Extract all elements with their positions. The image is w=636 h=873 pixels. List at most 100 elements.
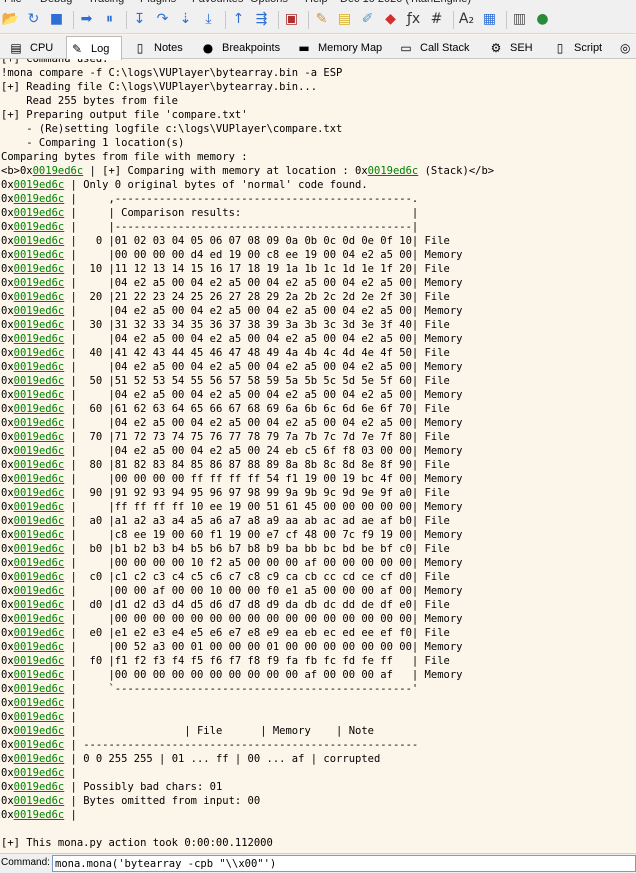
- address-link[interactable]: 0019ed6c: [14, 557, 65, 569]
- address-link[interactable]: 0019ed6c: [14, 641, 65, 653]
- address-link[interactable]: 0019ed6c: [14, 725, 65, 737]
- address-link[interactable]: 0019ed6c: [14, 291, 65, 303]
- menu-item[interactable]: Dec 10 2020 (TitanEngine): [340, 0, 471, 5]
- address-link[interactable]: 0019ed6c: [368, 165, 419, 177]
- address-link[interactable]: 0019ed6c: [14, 431, 65, 443]
- address-link[interactable]: 0019ed6c: [14, 529, 65, 541]
- address-link[interactable]: 0019ed6c: [14, 305, 65, 317]
- address-link[interactable]: 0019ed6c: [14, 585, 65, 597]
- address-link[interactable]: 0019ed6c: [14, 683, 65, 695]
- address-link[interactable]: 0019ed6c: [14, 781, 65, 793]
- address-link[interactable]: 0019ed6c: [14, 655, 65, 667]
- address-link[interactable]: 0019ed6c: [14, 319, 65, 331]
- address-link[interactable]: 0019ed6c: [14, 487, 65, 499]
- address-link[interactable]: 0019ed6c: [14, 711, 65, 723]
- address-link[interactable]: 0019ed6c: [14, 571, 65, 583]
- run-icon[interactable]: ➡: [78, 11, 95, 28]
- menu-item[interactable]: Tracing: [88, 0, 124, 5]
- address-link[interactable]: 0019ed6c: [14, 179, 65, 191]
- open-icon[interactable]: 📂: [2, 11, 19, 28]
- animate-icon[interactable]: ⇶: [253, 11, 270, 28]
- globe-icon[interactable]: ●: [534, 11, 551, 28]
- tab-notes[interactable]: ▯ Notes: [130, 37, 190, 59]
- address-link[interactable]: 0019ed6c: [14, 375, 65, 387]
- address-link[interactable]: 0019ed6c: [14, 235, 65, 247]
- execute-till-return-icon[interactable]: ⤓: [200, 11, 217, 28]
- labels-icon[interactable]: ✐: [359, 11, 376, 28]
- address-link[interactable]: 0019ed6c: [14, 221, 65, 233]
- log-line: 0x0019ed6c | e0 |e1 e2 e3 e4 e5 e6 e7 e8…: [1, 626, 450, 640]
- patch-icon[interactable]: ✎: [313, 11, 330, 28]
- address-prefix: 0x: [1, 459, 14, 471]
- tab-label: Breakpoints: [222, 42, 281, 54]
- tab-breakpoints[interactable]: ● Breakpoints: [198, 37, 284, 59]
- toolbar-separator: [506, 11, 507, 29]
- address-link[interactable]: 0019ed6c: [14, 277, 65, 289]
- log-text: | --------------------------------------…: [64, 739, 419, 751]
- address-link[interactable]: 0019ed6c: [14, 501, 65, 513]
- tab-symbols[interactable]: ◎: [618, 37, 636, 59]
- tab-log[interactable]: ✎ Log: [66, 36, 122, 60]
- log-text: | |04 e2 a5 00 04 e2 a5 00 04 e2 a5 00 0…: [64, 305, 463, 317]
- address-link[interactable]: 0019ed6c: [14, 473, 65, 485]
- menu-item[interactable]: Help: [305, 0, 328, 5]
- address-link[interactable]: 0019ed6c: [14, 207, 65, 219]
- log-text: - Comparing 1 location(s): [1, 137, 185, 149]
- address-link[interactable]: 0019ed6c: [14, 515, 65, 527]
- address-link[interactable]: 0019ed6c: [14, 753, 65, 765]
- trace-into-icon[interactable]: ⇣: [177, 11, 194, 28]
- pause-icon[interactable]: ⏸: [101, 11, 118, 28]
- address-prefix: 0x: [1, 431, 14, 443]
- bookmarks-icon[interactable]: ◆: [382, 11, 399, 28]
- address-link[interactable]: 0019ed6c: [14, 809, 65, 821]
- calculator-icon[interactable]: ▥: [511, 11, 528, 28]
- address-link[interactable]: 0019ed6c: [14, 417, 65, 429]
- address-link[interactable]: 0019ed6c: [14, 613, 65, 625]
- address-prefix: 0x: [1, 417, 14, 429]
- log-manager-icon[interactable]: ▦: [481, 11, 498, 28]
- address-link[interactable]: 0019ed6c: [14, 445, 65, 457]
- address-link[interactable]: 0019ed6c: [14, 361, 65, 373]
- address-link[interactable]: 0019ed6c: [14, 795, 65, 807]
- menu-item[interactable]: Debug: [40, 0, 72, 5]
- menu-item[interactable]: File: [4, 0, 22, 5]
- menu-item[interactable]: Options: [250, 0, 288, 5]
- command-input[interactable]: [52, 855, 636, 872]
- address-link[interactable]: 0019ed6c: [14, 459, 65, 471]
- address-link[interactable]: 0019ed6c: [33, 165, 84, 177]
- comments-icon[interactable]: ▤: [336, 11, 353, 28]
- log-view[interactable]: [+] Command used: !mona compare -f C:\log…: [0, 59, 636, 853]
- stop-icon[interactable]: ■: [48, 11, 65, 28]
- address-link[interactable]: 0019ed6c: [14, 767, 65, 779]
- font-size-icon[interactable]: A₂: [458, 11, 475, 28]
- menu-item[interactable]: Favourites: [192, 0, 243, 5]
- address-link[interactable]: 0019ed6c: [14, 263, 65, 275]
- restart-icon[interactable]: ↻: [25, 11, 42, 28]
- toolbar-separator: [278, 11, 279, 29]
- tab-cpu[interactable]: ▤ CPU: [6, 37, 58, 59]
- scylla-icon[interactable]: ▣: [283, 11, 300, 28]
- run-to-user-code-icon[interactable]: ↑: [230, 11, 247, 28]
- functions-icon[interactable]: ƒx: [405, 11, 422, 28]
- tab-seh[interactable]: ⚙ SEH: [486, 37, 542, 59]
- tab-call-stack[interactable]: ▭ Call Stack: [396, 37, 478, 59]
- address-link[interactable]: 0019ed6c: [14, 543, 65, 555]
- address-link[interactable]: 0019ed6c: [14, 599, 65, 611]
- address-link[interactable]: 0019ed6c: [14, 389, 65, 401]
- address-link[interactable]: 0019ed6c: [14, 739, 65, 751]
- menu-item[interactable]: Plugins: [140, 0, 176, 5]
- address-link[interactable]: 0019ed6c: [14, 627, 65, 639]
- command-bar: Command:: [0, 853, 636, 873]
- variables-icon[interactable]: #: [428, 11, 445, 28]
- step-into-icon[interactable]: ↧: [131, 11, 148, 28]
- tab-memory-map[interactable]: ▬ Memory Map: [294, 37, 388, 59]
- address-link[interactable]: 0019ed6c: [14, 403, 65, 415]
- address-link[interactable]: 0019ed6c: [14, 669, 65, 681]
- tab-script[interactable]: ▯ Script: [550, 37, 610, 59]
- step-over-icon[interactable]: ↷: [154, 11, 171, 28]
- address-link[interactable]: 0019ed6c: [14, 333, 65, 345]
- address-link[interactable]: 0019ed6c: [14, 193, 65, 205]
- address-link[interactable]: 0019ed6c: [14, 249, 65, 261]
- address-link[interactable]: 0019ed6c: [14, 697, 65, 709]
- address-link[interactable]: 0019ed6c: [14, 347, 65, 359]
